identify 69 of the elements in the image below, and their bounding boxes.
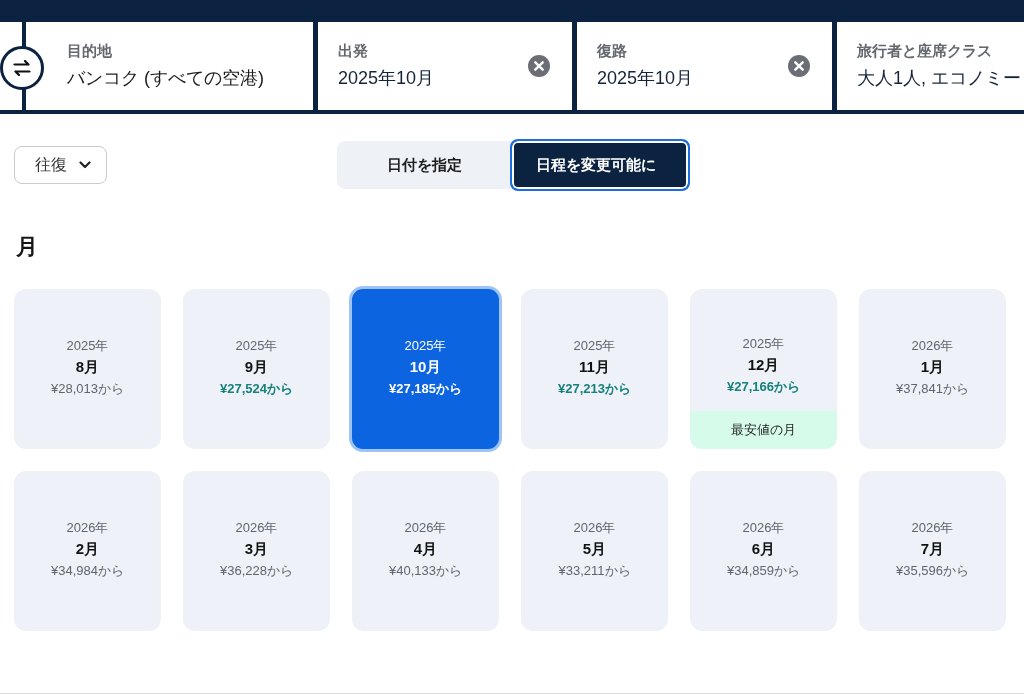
search-field[interactable]: 目的地 バンコク (すべての空港) — [26, 22, 313, 110]
month-card[interactable]: 2025年 10月 ¥27,185から — [349, 286, 502, 452]
month-card[interactable]: 2026年 7月 ¥35,596から — [859, 471, 1006, 631]
year-label: 2026年 — [911, 336, 954, 355]
clear-icon[interactable] — [528, 55, 550, 77]
month-label: 5月 — [582, 539, 607, 559]
year-label: 2026年 — [235, 518, 278, 537]
year-label: 2025年 — [235, 336, 278, 355]
month-card[interactable]: 2026年 1月 ¥37,841から — [859, 289, 1006, 449]
month-card[interactable]: 2026年 4月 ¥40,133から — [352, 471, 499, 631]
year-label: 2025年 — [742, 334, 785, 353]
month-label: 2月 — [75, 539, 100, 559]
price-label: ¥27,166から — [727, 377, 800, 396]
field-value: 大人1人, エコノミー — [857, 67, 1021, 90]
field-label: 目的地 — [67, 42, 113, 61]
price-label: ¥34,859から — [727, 561, 800, 580]
month-label: 9月 — [244, 357, 269, 377]
month-label: 11月 — [579, 357, 610, 377]
search-field[interactable]: 復路 2025年10月 — [577, 22, 832, 110]
month-card[interactable]: 2025年 12月 ¥27,166から 最安値の月 — [690, 289, 837, 449]
price-label: ¥27,213から — [558, 379, 631, 398]
month-card[interactable]: 2025年 9月 ¥27,524から — [183, 289, 330, 449]
lowest-price-badge: 最安値の月 — [690, 411, 837, 449]
month-card[interactable]: 2026年 2月 ¥34,984から — [14, 471, 161, 631]
month-card[interactable]: 2026年 3月 ¥36,228から — [183, 471, 330, 631]
trip-type-dropdown[interactable]: 往復 — [14, 146, 107, 184]
field-label: 復路 — [597, 42, 628, 61]
search-field[interactable]: 旅行者と座席クラス 大人1人, エコノミー — [837, 22, 1024, 110]
price-label: ¥37,841から — [896, 379, 969, 398]
section-heading: 月 — [16, 233, 38, 261]
month-label: 8月 — [75, 357, 100, 377]
year-label: 2025年 — [573, 336, 616, 355]
year-label: 2026年 — [66, 518, 109, 537]
month-card[interactable]: 2025年 8月 ¥28,013から — [14, 289, 161, 449]
field-label: 出発 — [338, 42, 369, 61]
price-label: ¥27,524から — [220, 379, 293, 398]
year-label: 2025年 — [66, 336, 109, 355]
month-label: 3月 — [244, 539, 269, 559]
month-label: 4月 — [413, 539, 438, 559]
month-label: 7月 — [920, 539, 945, 559]
price-label: ¥28,013から — [51, 379, 124, 398]
date-mode-tab[interactable]: 日程を変更可能に — [509, 139, 690, 191]
price-label: ¥40,133から — [389, 561, 462, 580]
year-label: 2025年 — [404, 336, 447, 355]
field-value: 2025年10月 — [338, 67, 436, 90]
price-label: ¥34,984から — [51, 561, 124, 580]
field-label: 旅行者と座席クラス — [857, 42, 993, 61]
search-field[interactable]: 出発 2025年10月 — [318, 22, 572, 110]
year-label: 2026年 — [742, 518, 785, 537]
field-value: バンコク (すべての空港) — [67, 67, 265, 90]
month-label: 1月 — [920, 357, 945, 377]
year-label: 2026年 — [911, 518, 954, 537]
clear-icon[interactable] — [788, 55, 810, 77]
swap-icon — [13, 60, 31, 76]
month-card[interactable]: 2026年 5月 ¥33,211から — [521, 471, 668, 631]
year-label: 2026年 — [573, 518, 616, 537]
price-label: ¥36,228から — [220, 561, 293, 580]
month-label: 6月 — [751, 539, 776, 559]
chevron-down-icon — [78, 161, 91, 169]
field-value: 2025年10月 — [597, 67, 695, 90]
month-label: 12月 — [747, 355, 780, 375]
price-label: ¥33,211から — [558, 561, 631, 580]
price-label: ¥27,185から — [389, 379, 462, 398]
month-card[interactable]: 2026年 6月 ¥34,859から — [690, 471, 837, 631]
month-card[interactable]: 2025年 11月 ¥27,213から — [521, 289, 668, 449]
date-mode-tab[interactable]: 日付を指定 — [336, 141, 510, 189]
year-label: 2026年 — [404, 518, 447, 537]
month-label: 10月 — [409, 357, 442, 377]
price-label: ¥35,596から — [896, 561, 969, 580]
